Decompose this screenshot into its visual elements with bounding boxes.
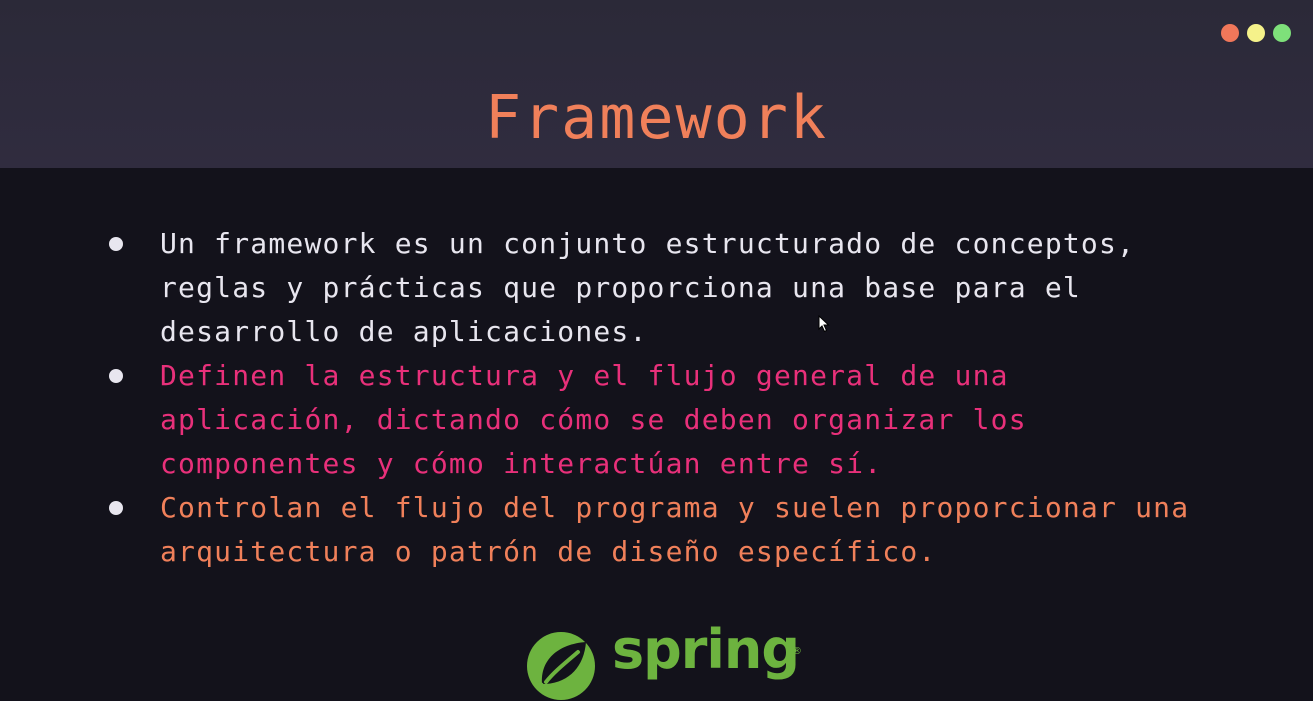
bullet-list: Un framework es un conjunto estructurado… xyxy=(100,222,1220,574)
spring-leaf-icon xyxy=(527,632,595,700)
spring-logo: spring ® xyxy=(524,618,814,701)
bullet-item: Controlan el flujo del programa y suelen… xyxy=(100,486,1220,574)
bullet-item: Definen la estructura y el flujo general… xyxy=(100,354,1220,486)
close-dot[interactable] xyxy=(1221,24,1239,42)
bullet-text: Definen la estructura y el flujo general… xyxy=(160,359,1027,480)
bullet-text: Controlan el flujo del programa y suelen… xyxy=(160,491,1190,568)
slide-header: Framework xyxy=(0,0,1313,168)
slide-title: Framework xyxy=(484,83,829,153)
maximize-dot[interactable] xyxy=(1273,24,1291,42)
registered-mark: ® xyxy=(792,646,802,657)
mouse-cursor-icon xyxy=(818,315,830,333)
bullet-icon xyxy=(109,501,123,515)
minimize-dot[interactable] xyxy=(1247,24,1265,42)
bullet-icon xyxy=(109,237,123,251)
spring-wordmark: spring xyxy=(612,618,800,681)
bullet-text: Un framework es un conjunto estructurado… xyxy=(160,227,1136,348)
bullet-item: Un framework es un conjunto estructurado… xyxy=(100,222,1220,354)
bullet-icon xyxy=(109,369,123,383)
window-controls xyxy=(1221,24,1291,42)
